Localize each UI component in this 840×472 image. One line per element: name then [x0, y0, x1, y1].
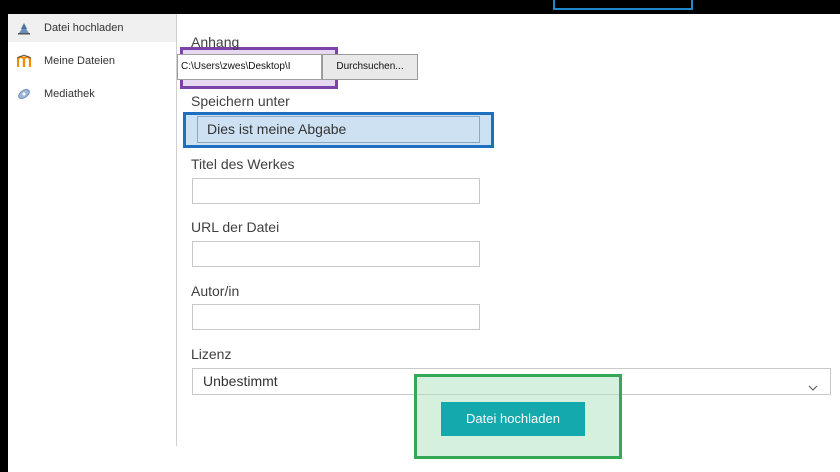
- license-label: Lizenz: [191, 346, 232, 362]
- attachment-label: Anhang: [191, 34, 240, 50]
- top-bar: [0, 0, 840, 14]
- browse-button[interactable]: Durchsuchen...: [322, 54, 418, 80]
- url-label: URL der Datei: [191, 219, 280, 235]
- upload-form: Anhang C:\Users\zwes\Desktop\I Durchsuch…: [177, 14, 840, 472]
- upload-icon: [16, 20, 32, 36]
- upload-file-button[interactable]: Datei hochladen: [441, 402, 585, 436]
- sidebar-item-label: Meine Dateien: [44, 55, 115, 67]
- chevron-down-icon: [808, 376, 818, 391]
- save-as-label: Speichern unter: [191, 93, 290, 109]
- license-selected-value: Unbestimmt: [203, 373, 278, 389]
- file-picker-dialog: Datei hochladen Meine Dateien Mediathek: [8, 14, 840, 472]
- sidebar-item-media-library[interactable]: Mediathek: [8, 80, 176, 108]
- moodle-icon: [16, 53, 32, 69]
- top-highlight-box: [553, 0, 693, 10]
- title-input[interactable]: [192, 178, 480, 204]
- file-path-field[interactable]: C:\Users\zwes\Desktop\I: [177, 54, 322, 80]
- media-library-icon: [16, 86, 32, 102]
- author-label: Autor/in: [191, 283, 240, 299]
- sidebar-item-my-files[interactable]: Meine Dateien: [8, 47, 176, 75]
- sidebar-item-label: Datei hochladen: [44, 22, 124, 34]
- title-label: Titel des Werkes: [191, 156, 295, 172]
- sidebar: Datei hochladen Meine Dateien Mediathek: [8, 14, 176, 472]
- file-input: C:\Users\zwes\Desktop\I Durchsuchen...: [177, 54, 427, 80]
- author-input[interactable]: [192, 304, 480, 330]
- save-as-input[interactable]: Dies ist meine Abgabe: [197, 116, 480, 143]
- sidebar-item-label: Mediathek: [44, 88, 95, 100]
- url-input[interactable]: [192, 241, 480, 267]
- sidebar-item-upload[interactable]: Datei hochladen: [8, 14, 176, 42]
